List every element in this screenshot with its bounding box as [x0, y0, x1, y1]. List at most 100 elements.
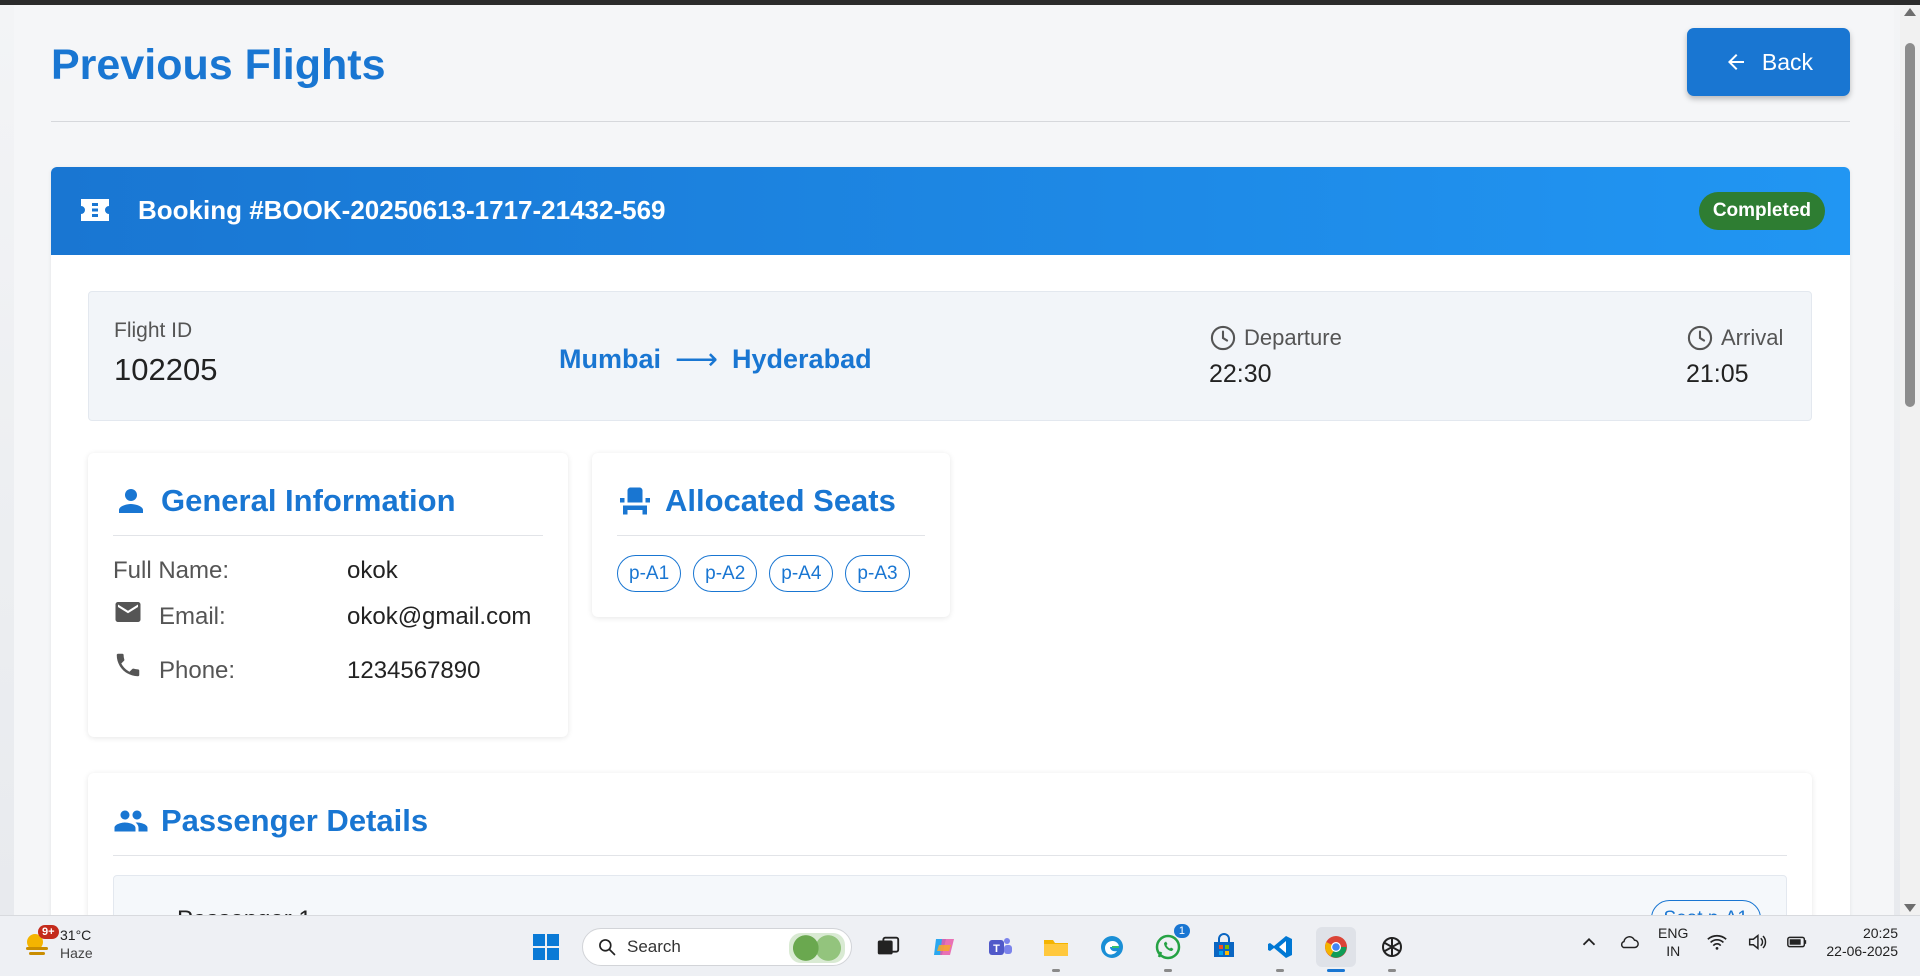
passenger-seat-chip: Seat p-A1 [1650, 900, 1761, 915]
whatsapp-icon[interactable]: 1 [1148, 924, 1190, 972]
active-indicator [1327, 969, 1345, 972]
scroll-down-icon[interactable] [1904, 904, 1916, 912]
task-view-icon[interactable] [868, 927, 908, 967]
taskbar: 9+ 31°C Haze Search T 1 ENG IN 20:25 22-… [0, 915, 1920, 976]
seat-chip: p-A4 [769, 555, 834, 592]
email-label: Email: [159, 603, 226, 630]
seat-chip: p-A1 [617, 555, 682, 592]
weather-temp: 31°C [60, 927, 92, 943]
language-indicator[interactable]: ENG IN [1658, 924, 1688, 960]
running-indicator [1164, 969, 1172, 972]
allocated-seats-card: Allocated Seats p-A1 p-A2 p-A4 p-A3 [592, 453, 950, 617]
volume-icon[interactable] [1746, 931, 1768, 953]
passenger-name: Passenger 1 [177, 906, 312, 915]
back-button-label: Back [1761, 48, 1814, 75]
passenger-item: Passenger 1 Seat p-A1 [113, 875, 1787, 915]
onedrive-cloud-icon[interactable] [1618, 931, 1640, 953]
clock-date: 22-06-2025 [1826, 943, 1898, 959]
weather-badge: 9+ [38, 925, 59, 939]
arrow-left-icon [1727, 54, 1744, 70]
seat-icon [620, 487, 650, 515]
seat-chip: p-A2 [693, 555, 758, 592]
windows-start-icon[interactable] [526, 927, 566, 967]
scroll-up-icon[interactable] [1904, 8, 1916, 16]
running-indicator [1388, 969, 1396, 972]
chatgpt-icon[interactable] [1372, 927, 1412, 972]
departure-label: Departure [1244, 325, 1342, 350]
allocated-seats-title: Allocated Seats [665, 483, 896, 518]
browser-viewport: Previous Flights Back Booking #BOOK-2025… [0, 5, 1900, 915]
system-clock[interactable]: 20:25 22-06-2025 [1826, 924, 1898, 960]
chevron-up-icon[interactable] [1578, 931, 1600, 953]
back-button[interactable]: Back [1687, 28, 1850, 96]
teams-icon[interactable]: T [980, 927, 1020, 967]
route-arrow-icon: ⟶ [675, 343, 719, 376]
email-row: Email: okok@gmail.com [113, 602, 532, 631]
passenger-details-title: Passenger Details [161, 803, 429, 838]
clock-time: 20:25 [1862, 925, 1898, 941]
departure-block: Departure 22:30 [1209, 324, 1342, 389]
system-tray: ENG IN 20:25 22-06-2025 [1578, 924, 1898, 960]
language-code: ENG [1658, 925, 1689, 941]
edge-icon[interactable] [1092, 927, 1132, 967]
full-name-value: okok [347, 557, 398, 584]
search-highlight-image [789, 933, 845, 963]
email-value: okok@gmail.com [347, 603, 532, 630]
scrollbar-thumb[interactable] [1905, 43, 1915, 407]
general-information-title: General Information [161, 483, 456, 518]
taskbar-search[interactable]: Search [582, 928, 852, 966]
page-scrollbar[interactable] [1900, 5, 1920, 915]
arrival-block: Arrival 21:05 [1686, 324, 1783, 389]
weather-widget[interactable]: 9+ 31°C Haze [22, 925, 93, 962]
ms-store-icon[interactable] [1204, 927, 1244, 967]
flight-id-value: 102205 [114, 352, 218, 387]
destination-city: Hyderabad [732, 344, 872, 374]
clock-icon [1687, 325, 1713, 351]
page-title: Previous Flights [51, 41, 386, 89]
section-divider [113, 855, 1787, 856]
running-indicator [1052, 969, 1060, 972]
booking-card: Booking #BOOK-20250613-1717-21432-569 Co… [51, 167, 1850, 915]
booking-title: Booking #BOOK-20250613-1717-21432-569 [138, 195, 666, 225]
seat-chip-list: p-A1 p-A2 p-A4 p-A3 [617, 555, 910, 592]
status-badge: Completed [1698, 192, 1825, 230]
weather-desc: Haze [60, 945, 93, 961]
mail-icon [115, 602, 141, 622]
section-divider [113, 535, 543, 536]
battery-icon[interactable] [1786, 931, 1808, 953]
ticket-icon [81, 199, 109, 221]
svg-text:T: T [993, 943, 1000, 955]
phone-icon [116, 653, 140, 677]
chrome-icon[interactable] [1316, 927, 1356, 972]
taskbar-search-placeholder: Search [627, 937, 681, 956]
taskbar-apps: Search T 1 [526, 924, 1412, 972]
file-explorer-icon[interactable] [1036, 927, 1076, 972]
departure-time: 22:30 [1209, 360, 1272, 388]
person-icon [119, 489, 143, 513]
seat-chip: p-A3 [845, 555, 910, 592]
phone-label: Phone: [159, 657, 236, 684]
copilot-icon[interactable] [924, 927, 964, 967]
region-code: IN [1666, 943, 1681, 959]
whatsapp-badge: 1 [1173, 924, 1190, 938]
clock-icon [1210, 325, 1236, 351]
running-indicator [1276, 969, 1284, 972]
title-divider [51, 121, 1850, 122]
full-name-label: Full Name: [113, 557, 230, 584]
section-divider [617, 535, 925, 536]
passenger-details-card: Passenger Details Passenger 1 Seat p-A1 [88, 773, 1812, 915]
flight-id-label: Flight ID [114, 319, 193, 342]
booking-header: Booking #BOOK-20250613-1717-21432-569 Co… [51, 167, 1850, 255]
flight-summary: Flight ID 102205 Mumbai ⟶ Hyderabad Depa… [88, 291, 1812, 421]
route: Mumbai ⟶ Hyderabad [559, 342, 872, 377]
arrival-time: 21:05 [1686, 360, 1749, 388]
vscode-icon[interactable] [1260, 927, 1300, 972]
wifi-icon[interactable] [1706, 931, 1728, 953]
weather-icon: 9+ [22, 925, 59, 959]
arrival-label: Arrival [1721, 325, 1784, 350]
general-information-card: General Information Full Name: okok Emai… [88, 453, 568, 737]
people-icon [114, 810, 148, 832]
phone-value: 1234567890 [347, 657, 481, 684]
page: Previous Flights Back Booking #BOOK-2025… [14, 5, 1894, 915]
phone-row: Phone: 1234567890 [113, 653, 481, 685]
